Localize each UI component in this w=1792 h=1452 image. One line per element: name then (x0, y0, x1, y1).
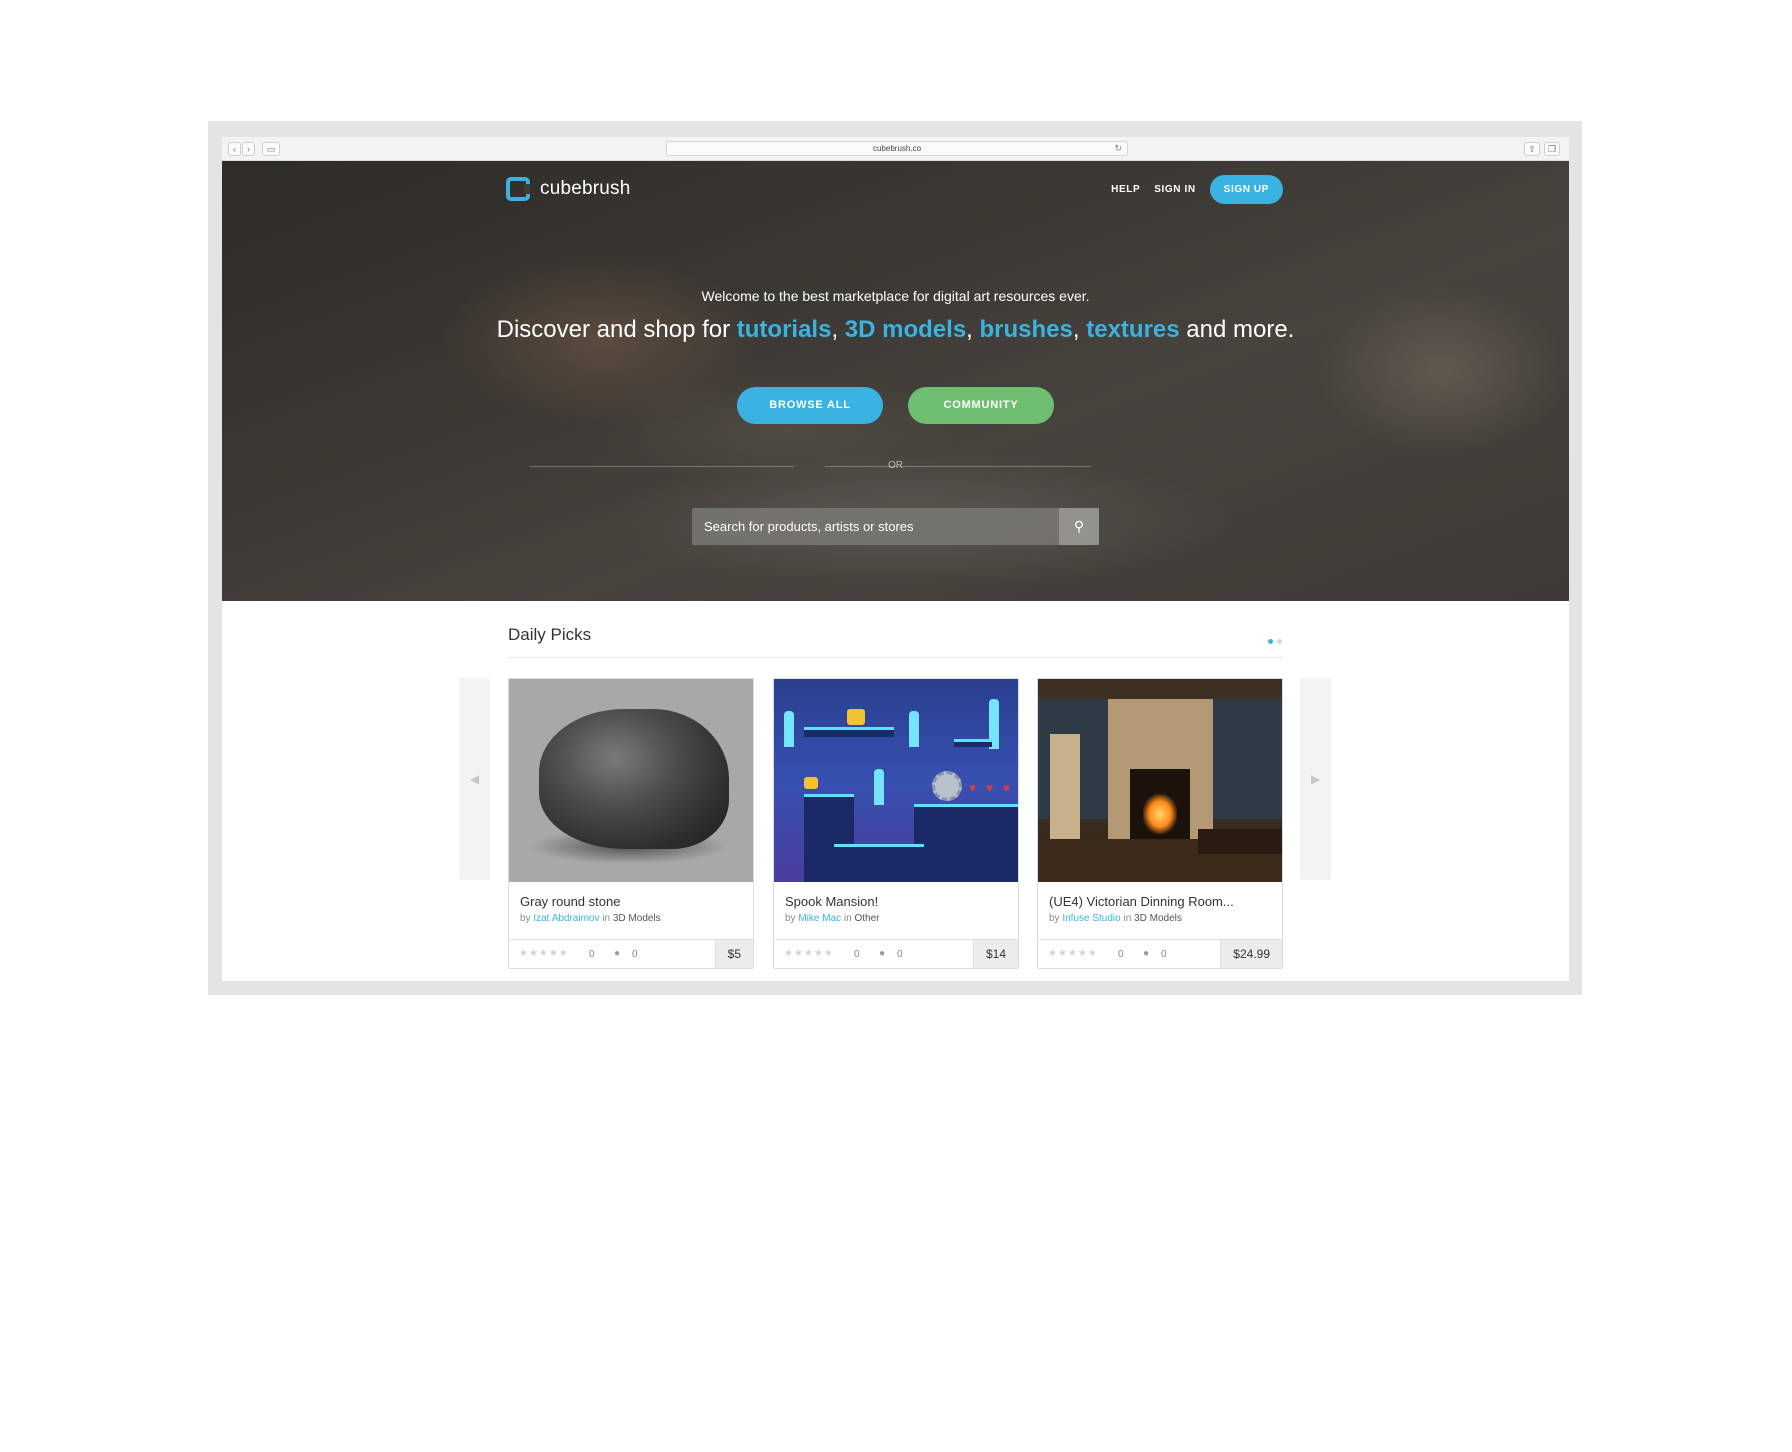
browse-all-button[interactable]: BROWSE ALL (737, 387, 883, 424)
author-link[interactable]: Mike Mac (798, 913, 841, 924)
comment-count: 0 (632, 949, 638, 960)
forward-icon[interactable]: › (242, 142, 255, 156)
product-thumbnail[interactable] (1038, 679, 1282, 882)
product-card[interactable]: (UE4) Victorian Dinning Room... by Infus… (1037, 678, 1283, 969)
tabs-icon[interactable]: ❐ (1544, 142, 1560, 156)
in-label: in (602, 913, 611, 924)
or-label: OR (888, 460, 903, 471)
comment-icon: ● (879, 948, 886, 959)
card-footer: ★★★★★ 0 ● 0 $5 (509, 939, 753, 968)
comment-count: 0 (897, 949, 903, 960)
search-button[interactable]: ⚲ (1059, 508, 1099, 545)
product-byline: by Izat Abdraimov in 3D Models (520, 913, 661, 924)
reload-icon[interactable]: ↻ (1114, 142, 1122, 155)
share-icon[interactable]: ⇧ (1524, 142, 1540, 156)
price-tag[interactable]: $14 (972, 940, 1018, 968)
carousel-next-button[interactable]: ▶ (1300, 678, 1331, 880)
in-label: in (843, 913, 852, 924)
sign-up-button[interactable]: SIGN UP (1209, 175, 1283, 204)
pager-dot-1[interactable] (1268, 639, 1273, 644)
logo-text: cubebrush (540, 178, 631, 199)
product-title[interactable]: Gray round stone (520, 894, 620, 909)
url-text: cubebrush.co (872, 144, 922, 153)
product-title[interactable]: (UE4) Victorian Dinning Room... (1049, 894, 1234, 909)
category-link[interactable]: Other (855, 913, 880, 924)
sign-in-link[interactable]: SIGN IN (1154, 184, 1195, 195)
brushes-link[interactable]: brushes (980, 316, 1073, 343)
back-icon[interactable]: ‹ (228, 142, 241, 156)
carousel-pager (1268, 639, 1282, 644)
product-card[interactable]: ♥ ♥ ♥ Spook Mansion! by Mike Mac in Othe… (773, 678, 1019, 969)
card-footer: ★★★★★ 0 ● 0 $24.99 (1038, 939, 1282, 968)
daily-picks-title: Daily Picks (508, 625, 592, 644)
browser-toolbar: ‹ › ▭ cubebrush.co ↻ ⇧ ❐ (222, 137, 1569, 161)
product-title[interactable]: Spook Mansion! (785, 894, 878, 909)
logo[interactable]: cubebrush (506, 175, 631, 203)
by-label: by (785, 913, 796, 924)
browser-window: ‹ › ▭ cubebrush.co ↻ ⇧ ❐ cubebrush HELP … (222, 137, 1569, 981)
by-label: by (1049, 913, 1060, 924)
headline-suffix: and more. (1179, 316, 1295, 343)
cube-logo-icon (506, 177, 530, 201)
chevron-left-icon: ◀ (469, 772, 480, 786)
search-bar: Search for products, artists or stores ⚲ (692, 508, 1099, 545)
product-thumbnail[interactable]: ♥ ♥ ♥ (774, 679, 1018, 882)
rating-count: 0 (589, 949, 595, 960)
help-link[interactable]: HELP (1111, 184, 1140, 195)
category-link[interactable]: 3D Models (1134, 913, 1182, 924)
welcome-text: Welcome to the best marketplace for digi… (701, 288, 1090, 304)
chevron-right-icon: ▶ (1310, 772, 1321, 786)
sidebar-icon[interactable]: ▭ (262, 142, 280, 156)
product-thumbnail[interactable] (509, 679, 753, 882)
by-label: by (520, 913, 531, 924)
textures-link[interactable]: textures (1086, 316, 1179, 343)
carousel-prev-button[interactable]: ◀ (459, 678, 490, 880)
rating-count: 0 (854, 949, 860, 960)
author-link[interactable]: Izat Abdraimov (533, 913, 599, 924)
rating-stars-icon: ★★★★★ (1048, 948, 1098, 959)
hero-banner: cubebrush HELP SIGN IN SIGN UP Welcome t… (222, 161, 1569, 601)
pager-dot-2[interactable] (1277, 639, 1282, 644)
product-card[interactable]: Gray round stone by Izat Abdraimov in 3D… (508, 678, 754, 969)
comment-count: 0 (1161, 949, 1167, 960)
card-footer: ★★★★★ 0 ● 0 $14 (774, 939, 1018, 968)
comment-icon: ● (614, 948, 621, 959)
rating-count: 0 (1118, 949, 1124, 960)
search-input[interactable]: Search for products, artists or stores (704, 508, 1054, 545)
product-byline: by Infuse Studio in 3D Models (1049, 913, 1182, 924)
search-icon: ⚲ (1073, 518, 1085, 534)
rating-stars-icon: ★★★★★ (519, 948, 569, 959)
price-tag[interactable]: $24.99 (1220, 940, 1282, 968)
comment-icon: ● (1143, 948, 1150, 959)
headline-prefix: Discover and shop for (496, 316, 737, 343)
price-tag[interactable]: $5 (714, 940, 753, 968)
section-divider (508, 657, 1283, 658)
rating-stars-icon: ★★★★★ (784, 948, 834, 959)
in-label: in (1123, 913, 1132, 924)
category-link[interactable]: 3D Models (613, 913, 661, 924)
author-link[interactable]: Infuse Studio (1062, 913, 1120, 924)
3d-models-link[interactable]: 3D models (845, 316, 966, 343)
tutorials-link[interactable]: tutorials (737, 316, 832, 343)
product-byline: by Mike Mac in Other (785, 913, 880, 924)
top-nav: HELP SIGN IN SIGN UP (1111, 175, 1283, 204)
address-bar[interactable]: cubebrush.co ↻ (666, 141, 1128, 156)
hero-headline: Discover and shop for tutorials, 3D mode… (496, 316, 1295, 343)
community-button[interactable]: COMMUNITY (908, 387, 1054, 424)
